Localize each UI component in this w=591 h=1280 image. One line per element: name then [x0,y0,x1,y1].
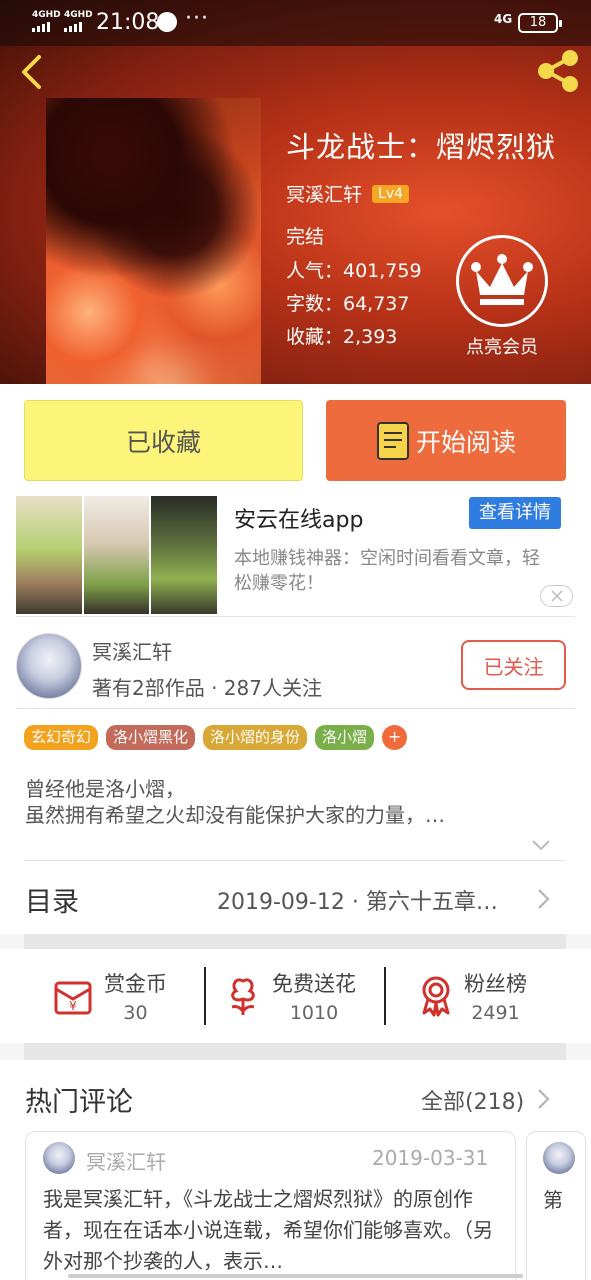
divider [384,967,386,1025]
section-gap [24,1043,566,1060]
divider [16,616,575,617]
battery-icon: 18 [518,13,562,33]
book-popularity: 人气：401,759 [286,260,422,282]
table-of-contents[interactable]: 目录 2019-09-12 · 第六十五章… [0,864,591,934]
red-envelope-icon: ¥ [54,981,92,1015]
share-button[interactable] [534,48,582,94]
collected-button[interactable]: 已收藏 [24,400,303,481]
more-notifications-icon: ··· [185,6,209,31]
share-icon [538,50,578,92]
medal-icon [422,976,450,1017]
fan-ranking-button[interactable]: 粉丝榜 2491 [418,965,527,1027]
comment-card[interactable]: 冥溪汇轩 2019-03-31 我是冥溪汇轩，《斗龙战士之熠烬烈狱》的原创作者，… [25,1131,516,1280]
author-section: 冥溪汇轩 著有2部作品 · 287人关注 已关注 玄幻奇幻 洛小熠黑化 洛小熠的… [0,616,591,864]
start-reading-label: 开始阅读 [415,427,516,457]
tag-item[interactable]: 玄幻奇幻 [24,725,99,750]
chevron-left-icon [22,55,41,89]
start-reading-button[interactable]: 开始阅读 [326,400,566,481]
ad-banner[interactable]: 安云在线app 查看详情 本地赚钱神器：空闲时间看看文章，轻松赚零花！ [0,496,591,616]
book-cover[interactable] [46,98,261,384]
author-stats: 著有2部作品 · 287人关注 [92,676,322,700]
chevron-right-icon [538,889,550,909]
book-author[interactable]: 冥溪汇轩 [286,180,362,207]
ad-close-button[interactable] [540,585,573,607]
signal-icon-2: 4GHD [64,10,93,32]
commenter-avatar[interactable] [43,1142,75,1174]
ad-description: 本地赚钱神器：空闲时间看看文章，轻松赚零花！ [234,548,540,594]
reward-coins-button[interactable]: ¥ 赏金币 30 [52,965,167,1027]
hot-comments-section: 热门评论 全部(218) 冥溪汇轩 2019-03-31 我是冥溪汇轩，《斗龙战… [0,1060,591,1280]
close-icon [550,590,563,602]
crown-icon [456,235,548,327]
reward-label: 免费送花 [272,972,356,996]
comment-text: 第 [543,1188,563,1212]
vip-button[interactable]: 点亮会员 [456,235,548,359]
chevron-right-icon[interactable] [536,1088,550,1110]
action-bar: 已收藏 开始阅读 [0,384,591,496]
all-comments-link[interactable]: 全部(218) [421,1084,524,1116]
toc-label: 目录 [25,887,79,918]
reward-value: 1010 [289,1002,339,1024]
reward-label: 赏金币 [104,972,167,996]
comment-text: 我是冥溪汇轩，《斗龙战士之熠烬烈狱》的原创作者，现在在话本小说连载，希望你们能够… [43,1187,493,1273]
book-author-line: 冥溪汇轩 Lv4 [286,180,410,207]
author-avatar[interactable] [16,633,82,699]
book-favorites: 收藏：2,393 [286,326,398,348]
send-flowers-button[interactable]: 免费送花 1010 [224,965,356,1027]
intro-line: 虽然拥有希望之火却没有能保护大家的力量，… [25,803,445,827]
book-status: 完结 [286,226,325,248]
ad-image[interactable] [16,496,218,614]
reward-value: 30 [123,1002,148,1024]
carousel-scrollbar[interactable] [68,1274,523,1278]
status-time: 21:08 [96,10,160,35]
divider [24,860,566,861]
tag-item[interactable]: 洛小熠黑化 [106,725,196,750]
notification-icon [157,12,177,32]
divider [16,708,575,709]
commenter-avatar[interactable] [543,1142,575,1174]
follow-button[interactable]: 已关注 [461,640,566,690]
intro-line: 曾经他是洛小熠， [25,777,185,801]
ad-details-button[interactable]: 查看详情 [469,497,561,529]
ad-title[interactable]: 安云在线app [234,502,363,534]
commenter-name[interactable]: 冥溪汇轩 [86,1146,166,1175]
divider [204,967,206,1025]
tag-item[interactable]: 洛小熠 [315,725,375,750]
author-name[interactable]: 冥溪汇轩 [92,636,172,665]
toc-latest-chapter: 2019-09-12 · 第六十五章… [217,890,498,915]
section-gap [24,934,566,949]
flower-icon [231,978,255,1015]
chevron-down-icon[interactable] [531,838,551,852]
book-title: 斗龙战士：熠烬烈狱 [286,130,557,164]
book-icon [376,421,409,460]
book-intro[interactable]: 曾经他是洛小熠， 虽然拥有希望之火却没有能保护大家的力量，… [25,776,445,828]
reward-value: 2491 [471,1002,520,1024]
network-label: 4G [494,12,513,26]
level-badge: Lv4 [372,184,410,203]
comment-card[interactable]: 第 [526,1131,586,1280]
tag-list: 玄幻奇幻 洛小熠黑化 洛小熠的身份 洛小熠 + [24,725,408,750]
vip-label: 点亮会员 [466,337,538,358]
tag-item[interactable]: 洛小熠的身份 [203,725,308,750]
comment-date: 2019-03-31 [372,1146,489,1170]
book-word-count: 字数：64,737 [286,293,410,315]
status-bar: 4GHD 4GHD 21:08 ··· 4G 18 [0,0,591,46]
comments-title: 热门评论 [25,1087,133,1118]
book-header: 4GHD 4GHD 21:08 ··· 4G 18 斗龙战士：熠烬烈狱 冥溪汇轩… [0,0,591,384]
rewards-bar: ¥ 赏金币 30 免费送花 1010 粉丝榜 2491 [0,949,591,1043]
reward-label: 粉丝榜 [464,972,527,996]
more-tags-button[interactable]: + [382,725,408,750]
svg-text:¥: ¥ [69,999,77,1013]
signal-icon-1: 4GHD [32,10,61,32]
back-button[interactable] [14,52,54,92]
